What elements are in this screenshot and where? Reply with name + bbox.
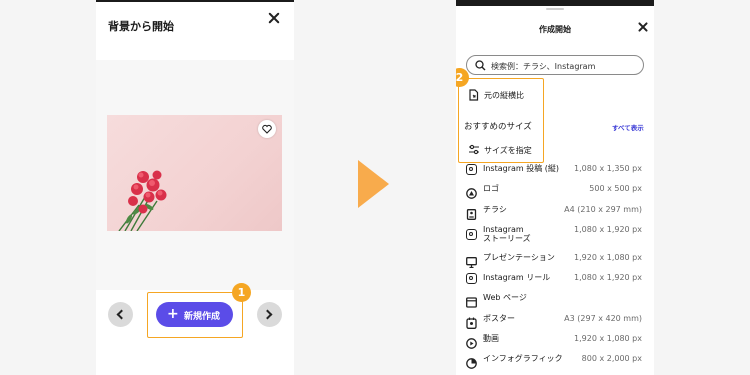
sheet-title: 作成開始	[539, 25, 571, 34]
custom-size-label: サイズを指定	[484, 146, 532, 155]
left-screen: 背景から開始 + 新規作成 1	[96, 0, 294, 375]
webpage-icon	[466, 293, 477, 308]
chevron-left-icon	[116, 309, 127, 320]
size-name: インフォグラフィック	[483, 354, 563, 363]
size-row-infographic[interactable]: インフォグラフィック 800 x 2,000 px	[466, 352, 642, 369]
flyer-icon	[466, 205, 477, 220]
size-row-instagram-stories[interactable]: Instagram ストーリーズ 1,080 x 1,920 px	[466, 223, 642, 245]
instagram-icon	[466, 164, 477, 175]
size-dims: A4 (210 x 297 mm)	[564, 205, 642, 214]
size-dims: 800 x 2,000 px	[581, 354, 642, 363]
step-badge: 1	[232, 283, 251, 302]
size-row-poster[interactable]: ポスター A3 (297 x 420 mm)	[466, 312, 642, 329]
show-all-link[interactable]: すべて表示	[612, 122, 644, 132]
close-icon[interactable]	[266, 11, 282, 27]
size-name: Instagram リール	[483, 273, 551, 282]
size-row-video[interactable]: 動画 1,920 x 1,080 px	[466, 332, 642, 349]
new-design-label: 新規作成	[184, 312, 221, 322]
aspect-ratio-icon	[469, 89, 479, 101]
search-field[interactable]: 検索例：チラシ、Instagram	[466, 55, 644, 75]
recommended-heading: おすすめのサイズ	[464, 122, 532, 132]
presentation-icon	[466, 253, 477, 269]
size-row-presentation[interactable]: プレゼンテーション 1,920 x 1,080 px	[466, 251, 642, 269]
size-dims: A3 (297 x 420 mm)	[564, 314, 642, 323]
size-dims: 1,080 x 1,920 px	[574, 273, 642, 282]
size-row-webpage[interactable]: Web ページ	[466, 291, 642, 308]
instagram-icon	[466, 229, 477, 240]
size-name: ロゴ	[483, 184, 499, 193]
size-row-instagram-post[interactable]: Instagram 投稿 (縦) 1,080 x 1,350 px	[466, 162, 642, 178]
close-icon[interactable]	[636, 21, 650, 35]
search-icon	[475, 60, 486, 71]
size-row-flyer[interactable]: チラシ A4 (210 x 297 mm)	[466, 203, 642, 220]
size-name: 動画	[483, 334, 499, 343]
instagram-icon	[466, 273, 477, 284]
size-name: Instagram 投稿 (縦)	[483, 164, 560, 173]
next-button[interactable]	[257, 302, 282, 327]
sliders-icon	[469, 144, 479, 155]
logo-icon	[466, 184, 477, 199]
status-bar	[456, 0, 654, 6]
size-dims: 1,920 x 1,080 px	[574, 334, 642, 343]
size-row-logo[interactable]: ロゴ 500 x 500 px	[466, 182, 642, 199]
carnation-bouquet-graphic	[118, 170, 167, 231]
size-name: Web ページ	[483, 293, 527, 302]
search-input[interactable]: 検索例：チラシ、Instagram	[491, 61, 595, 72]
infographic-icon	[466, 354, 477, 369]
previous-button[interactable]	[108, 302, 133, 327]
size-name: ポスター	[483, 314, 515, 323]
size-row-instagram-reels[interactable]: Instagram リール 1,080 x 1,920 px	[466, 271, 642, 287]
background-image-carnations[interactable]	[107, 115, 282, 231]
favorite-button[interactable]	[258, 120, 276, 138]
video-icon	[466, 334, 477, 349]
original-aspect-label: 元の縦横比	[484, 91, 524, 100]
chevron-right-icon	[262, 309, 273, 320]
page-title: 背景から開始	[108, 20, 174, 33]
heart-icon	[262, 124, 272, 134]
plus-icon: +	[167, 306, 179, 322]
new-design-button[interactable]: + 新規作成	[156, 302, 233, 327]
poster-icon	[466, 314, 477, 329]
right-screen: 作成開始 検索例：チラシ、Instagram 元の縦横比 おすすめのサイズ すべ…	[456, 0, 654, 375]
left-header: 背景から開始	[96, 2, 294, 60]
size-name: プレゼンテーション	[483, 253, 555, 262]
size-dims: 1,920 x 1,080 px	[574, 253, 642, 262]
size-dims: 1,080 x 1,920 px	[574, 225, 642, 234]
size-name: チラシ	[483, 205, 507, 214]
sheet-grabber[interactable]	[546, 8, 564, 10]
arrow-right-icon	[358, 160, 389, 208]
size-dims: 500 x 500 px	[589, 184, 642, 193]
size-name: Instagram ストーリーズ	[483, 225, 531, 243]
size-dims: 1,080 x 1,350 px	[574, 164, 642, 173]
